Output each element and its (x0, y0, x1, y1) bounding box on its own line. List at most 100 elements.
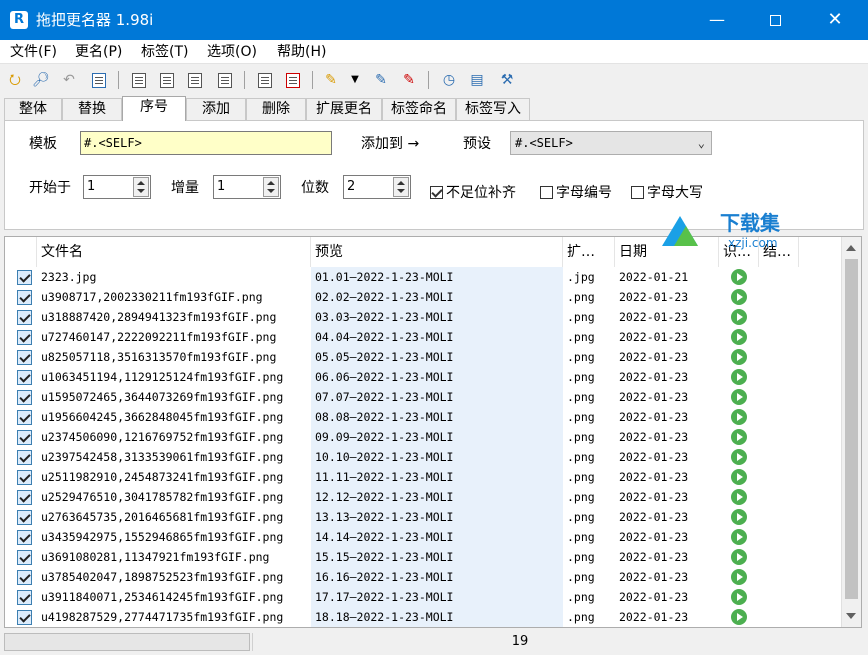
tab-replace[interactable]: 替换 (62, 98, 122, 120)
start-stepper[interactable]: 1 (83, 175, 151, 199)
delete-pen-icon[interactable]: ✎ (398, 69, 420, 91)
maximize-button[interactable] (746, 0, 804, 40)
table-row[interactable]: u2374506090,1216769752fm193fGIF.png 09.09… (5, 427, 841, 447)
undo-icon[interactable]: ↶ (58, 69, 80, 91)
cell-date: 2022-01-23 (619, 550, 689, 564)
document-red-icon[interactable] (282, 69, 304, 91)
digits-stepper[interactable]: 2 (343, 175, 411, 199)
cell-filename: u1956604245,3662848045fm193fGIF.png (41, 410, 284, 424)
rename-pen-icon[interactable]: ✎ (370, 69, 392, 91)
row-checkbox[interactable] (17, 310, 32, 325)
uppercase-checkbox[interactable]: 字母大写 (631, 183, 703, 203)
table-row[interactable]: u727460147,2222092211fm193fGIF.png 04.04—… (5, 327, 841, 347)
table-row[interactable]: u2763645735,2016465681fm193fGIF.png 13.13… (5, 507, 841, 527)
menu-help[interactable]: 帮助(H) (274, 42, 329, 62)
row-checkbox[interactable] (17, 610, 32, 625)
spin-buttons[interactable] (393, 177, 409, 197)
status-ok-icon (731, 309, 747, 325)
tab-tag-naming[interactable]: 标签命名 (382, 98, 456, 120)
vertical-scrollbar[interactable] (841, 237, 861, 627)
row-checkbox[interactable] (17, 550, 32, 565)
add-to-label: 添加到 → (361, 136, 420, 152)
cell-preview: 15.15—2022-1-23-MOLI (311, 547, 563, 567)
pen-icon[interactable]: ✎ (320, 69, 342, 91)
table-row[interactable]: u318887420,2894941323fm193fGIF.png 03.03—… (5, 307, 841, 327)
preset-select[interactable]: #.<SELF> ⌄ (510, 131, 712, 155)
row-checkbox[interactable] (17, 470, 32, 485)
row-checkbox[interactable] (17, 370, 32, 385)
cell-filename: u4198287529,2774471735fm193fGIF.png (41, 610, 284, 624)
tab-add[interactable]: 添加 (186, 98, 246, 120)
row-checkbox[interactable] (17, 590, 32, 605)
table-row[interactable]: u3908717,2002330211fm193fGIF.png 02.02—20… (5, 287, 841, 307)
table-row[interactable]: u3435942975,1552946865fm193fGIF.png 14.14… (5, 527, 841, 547)
tab-delete[interactable]: 删除 (246, 98, 306, 120)
search-icon[interactable]: 🔎︎ (30, 69, 52, 91)
tag-edit-4-icon[interactable] (214, 69, 236, 91)
table-row[interactable]: u3785402047,1898752523fm193fGIF.png 16.16… (5, 567, 841, 587)
table-row[interactable]: u2397542458,3133539061fm193fGIF.png 10.10… (5, 447, 841, 467)
table-row[interactable]: u825057118,3516313570fm193fGIF.png 05.05—… (5, 347, 841, 367)
letter-numbering-label: 字母编号 (556, 185, 612, 201)
scroll-thumb[interactable] (845, 259, 858, 599)
open-folder-icon[interactable]: ⭮ (4, 69, 26, 91)
tab-overall[interactable]: 整体 (4, 98, 62, 120)
row-checkbox[interactable] (17, 290, 32, 305)
table-row[interactable]: u3911840071,2534614245fm193fGIF.png 17.17… (5, 587, 841, 607)
row-checkbox[interactable] (17, 410, 32, 425)
menu-options[interactable]: 选项(O) (204, 42, 260, 62)
cell-filename: u2397542458,3133539061fm193fGIF.png (41, 450, 284, 464)
document-icon[interactable] (254, 69, 276, 91)
table-row[interactable]: u4198287529,2774471735fm193fGIF.png 18.18… (5, 607, 841, 627)
close-button[interactable]: ✕ (806, 0, 864, 40)
table-row[interactable]: u2511982910,2454873241fm193fGIF.png 11.11… (5, 467, 841, 487)
row-checkbox[interactable] (17, 530, 32, 545)
spin-buttons[interactable] (263, 177, 279, 197)
scroll-down-icon[interactable] (846, 613, 856, 619)
step-stepper[interactable]: 1 (213, 175, 281, 199)
row-checkbox[interactable] (17, 450, 32, 465)
template-input[interactable]: #.<SELF> (80, 131, 332, 155)
row-checkbox[interactable] (17, 330, 32, 345)
menu-tags[interactable]: 标签(T) (138, 42, 191, 62)
file-list[interactable]: 文件名 预览 扩… 日期 识… 结… 2323.jpg 01.01—2022-1-… (4, 236, 862, 628)
scroll-up-icon[interactable] (846, 245, 856, 251)
check-icon[interactable] (88, 69, 110, 91)
clock-icon[interactable]: ◷ (438, 69, 460, 91)
pad-digits-checkbox[interactable]: 不足位补齐 (430, 183, 516, 203)
row-checkbox[interactable] (17, 390, 32, 405)
row-checkbox[interactable] (17, 570, 32, 585)
tag-edit-3-icon[interactable] (184, 69, 206, 91)
menu-file[interactable]: 文件(F) (7, 42, 60, 62)
tag-edit-2-icon[interactable] (156, 69, 178, 91)
table-row[interactable]: u1956604245,3662848045fm193fGIF.png 08.08… (5, 407, 841, 427)
header-extension[interactable]: 扩… (563, 237, 615, 267)
table-row[interactable]: u1063451194,1129125124fm193fGIF.png 06.06… (5, 367, 841, 387)
menu-rename[interactable]: 更名(P) (72, 42, 125, 62)
table-row[interactable]: u3691080281,11347921fm193fGIF.png 15.15—2… (5, 547, 841, 567)
tools-icon[interactable]: ⚒ (496, 69, 518, 91)
window-icon[interactable]: ▤ (466, 69, 488, 91)
status-ok-icon (731, 469, 747, 485)
header-filename[interactable]: 文件名 (37, 237, 311, 267)
row-checkbox[interactable] (17, 510, 32, 525)
table-row[interactable]: u1595072465,3644073269fm193fGIF.png 07.07… (5, 387, 841, 407)
row-checkbox[interactable] (17, 430, 32, 445)
tab-sequence[interactable]: 序号 (122, 96, 186, 121)
tab-extended-rename[interactable]: 扩展更名 (306, 98, 382, 120)
header-preview[interactable]: 预览 (311, 237, 563, 267)
spin-buttons[interactable] (133, 177, 149, 197)
dropdown-arrow-icon[interactable]: ▼ (344, 69, 366, 91)
letter-numbering-checkbox[interactable]: 字母编号 (540, 183, 612, 203)
table-row[interactable]: u2529476510,3041785782fm193fGIF.png 12.12… (5, 487, 841, 507)
tag-edit-1-icon[interactable] (128, 69, 150, 91)
row-checkbox[interactable] (17, 270, 32, 285)
row-checkbox[interactable] (17, 490, 32, 505)
table-row[interactable]: 2323.jpg 01.01—2022-1-23-MOLI .jpg 2022-01-… (5, 267, 841, 287)
row-checkbox[interactable] (17, 350, 32, 365)
preset-value: #.<SELF> (515, 136, 573, 150)
minimize-button[interactable]: — (688, 0, 746, 40)
tab-tag-write[interactable]: 标签写入 (456, 98, 530, 120)
cell-preview: 06.06—2022-1-23-MOLI (311, 367, 563, 387)
status-ok-icon (731, 509, 747, 525)
